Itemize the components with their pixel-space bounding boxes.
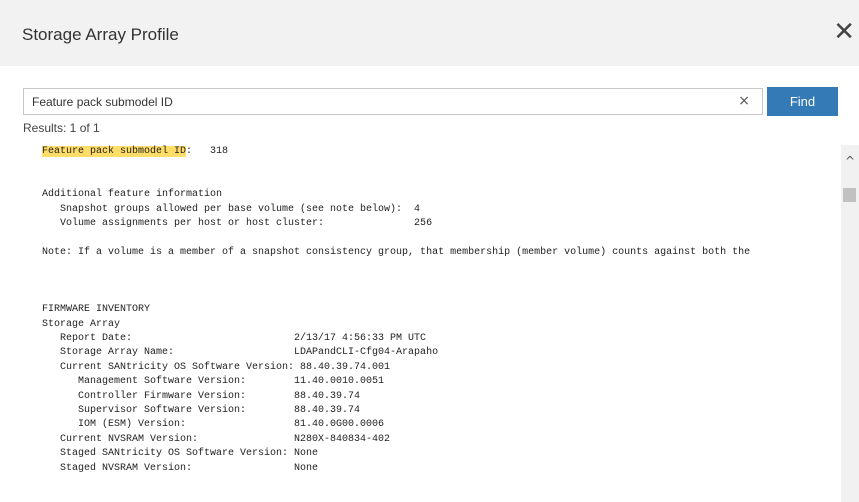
dialog-title: Storage Array Profile xyxy=(22,25,179,44)
dialog-header: Storage Array Profile ✕ xyxy=(0,0,859,66)
profile-line xyxy=(42,275,837,289)
profile-line: Note: If a volume is a member of a snaps… xyxy=(42,246,751,258)
profile-line: Management Software Version: 11.40.0010.… xyxy=(42,376,385,388)
profile-line: Report Date: 2/13/17 4:56:33 PM UTC xyxy=(42,333,427,345)
profile-line: Feature pack submodel ID: 318 xyxy=(42,145,837,159)
profile-line: Snapshot groups allowed per base volume … xyxy=(42,203,421,215)
profile-line-value: : 318 xyxy=(186,146,229,157)
scroll-thumb[interactable] xyxy=(843,188,856,202)
profile-line: Storage Array xyxy=(42,318,121,330)
profile-line xyxy=(42,260,837,274)
scroll-up-icon[interactable]: ^ xyxy=(841,153,859,169)
profile-line: Additional feature information xyxy=(42,189,223,201)
close-icon[interactable]: ✕ xyxy=(833,18,855,46)
search-highlight: Feature pack submodel ID xyxy=(42,146,187,157)
profile-line xyxy=(42,159,837,173)
profile-line: Controller Firmware Version: 88.40.39.74 xyxy=(42,390,361,402)
results-count: Results: 1 of 1 xyxy=(23,121,100,135)
profile-content: Feature pack submodel ID: 318 Additional … xyxy=(42,145,837,502)
profile-line: Supervisor Software Version: 88.40.39.74 xyxy=(42,405,361,417)
profile-line xyxy=(42,289,837,303)
search-box: × xyxy=(23,88,763,115)
profile-line: Current SANtricity OS Software Version: … xyxy=(42,361,391,373)
profile-line xyxy=(42,231,837,245)
search-input[interactable] xyxy=(24,89,724,114)
profile-line: Staged SANtricity OS Software Version: N… xyxy=(42,448,319,460)
vertical-scrollbar[interactable]: ^ xyxy=(841,145,859,502)
profile-line: Current NVSRAM Version: N280X-840834-402 xyxy=(42,433,391,445)
profile-line: Staged NVSRAM Version: None xyxy=(42,462,319,474)
profile-line: IOM (ESM) Version: 81.40.0G00.0006 xyxy=(42,419,385,431)
profile-line: Storage Array Name: LDAPandCLI-Cfg04-Ara… xyxy=(42,347,439,359)
find-button[interactable]: Find xyxy=(767,87,838,116)
clear-search-icon[interactable]: × xyxy=(738,93,750,109)
profile-line: Volume assignments per host or host clus… xyxy=(42,217,433,229)
profile-line xyxy=(42,174,837,188)
profile-line: FIRMWARE INVENTORY xyxy=(42,304,151,316)
